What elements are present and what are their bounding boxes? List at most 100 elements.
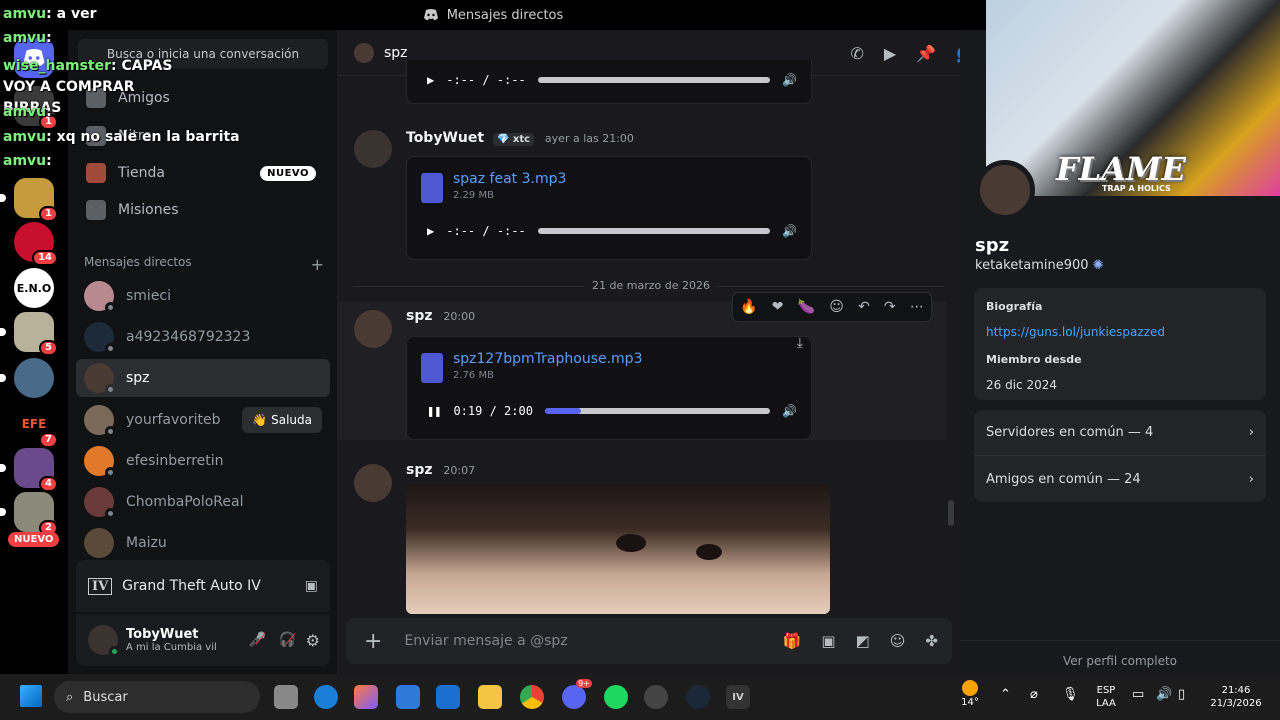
battery-icon[interactable]: ▯ (1178, 688, 1185, 701)
gta-taskbar-icon[interactable]: IV (726, 685, 750, 709)
stream-icon[interactable]: ▣ (305, 578, 318, 594)
image-attachment[interactable] (406, 484, 830, 614)
server-icon[interactable]: 2 (0, 492, 58, 536)
mutual-servers-row[interactable]: Servidores en común — 4 › (974, 410, 1266, 456)
dm-item[interactable]: smieci (76, 277, 330, 315)
gift-icon[interactable]: 🎁 (783, 632, 802, 650)
wave-button[interactable]: 👋 Saluda (242, 407, 322, 433)
mutual-friends-row[interactable]: Amigos en común — 24 › (974, 456, 1266, 502)
dm-item[interactable]: a4923468792323 (76, 318, 330, 356)
pause-icon[interactable]: ❚❚ (427, 404, 441, 418)
add-attachment-icon[interactable]: + (364, 629, 382, 654)
server-icon[interactable]: 1 (0, 178, 58, 222)
server-icon[interactable]: 14 (14, 222, 58, 266)
guild-tag: 💎 xtc (492, 133, 535, 146)
scrollbar[interactable] (948, 500, 954, 526)
progress-bar[interactable] (544, 408, 771, 414)
file-name[interactable]: spaz feat 3.mp3 (453, 171, 566, 187)
fire-reaction[interactable]: 🔥 (740, 299, 757, 315)
clock[interactable]: 21:46 21/3/2026 (1206, 684, 1266, 710)
voice-call-icon[interactable]: ✆ (850, 44, 863, 63)
chevron-up-icon[interactable]: ⌃ (1000, 688, 1011, 701)
mutual-card: Servidores en común — 4 › Amigos en común… (974, 410, 1266, 502)
reply-icon[interactable]: ↶ (858, 299, 870, 315)
download-icon[interactable]: ⤓ (797, 335, 803, 351)
server-icon[interactable] (0, 358, 54, 398)
taskbar: ⌕ Buscar 9+ IV 14° ⌃ ⌀ 🎙 ESP LAA ▭ 🔊 ▯ 21… (0, 674, 1280, 720)
file-size: 2.76 MB (453, 370, 494, 381)
mute-mic-icon[interactable]: 🎤̸ (249, 632, 266, 648)
language-indicator[interactable]: ESP LAA (1094, 684, 1118, 710)
file-name[interactable]: spz127bpmTraphouse.mp3 (453, 351, 642, 367)
forward-icon[interactable]: ↷ (884, 299, 896, 315)
weather[interactable]: 14° (956, 680, 984, 709)
store-icon[interactable] (396, 685, 420, 709)
dm-item[interactable]: ChombaPoloReal (76, 483, 330, 521)
more-icon[interactable]: ⋯ (910, 299, 924, 315)
profile-avatar[interactable] (975, 160, 1035, 220)
author-name[interactable]: spz (406, 308, 433, 324)
dm-item-active[interactable]: spz (76, 359, 330, 397)
volume-icon[interactable]: 🔊 (782, 224, 797, 238)
settings-gear-icon[interactable]: ⚙ (306, 631, 320, 650)
activity-panel[interactable]: IV Grand Theft Auto IV ▣ (76, 560, 330, 612)
progress-bar[interactable] (537, 228, 771, 234)
volume-icon[interactable]: 🔊 (782, 404, 797, 418)
dm-item[interactable]: efesinberretin (76, 442, 330, 480)
dm-section-header: Mensajes directos + (84, 255, 324, 274)
search-icon: ⌕ (66, 689, 74, 705)
steam-icon[interactable] (686, 685, 710, 709)
sticker-icon[interactable]: ◩ (856, 632, 870, 650)
network-icon[interactable]: ⌀ (1030, 688, 1038, 701)
dm-item[interactable]: Maizu (76, 524, 330, 562)
add-reaction-icon[interactable]: ☺ (829, 299, 844, 315)
nav-quests[interactable]: Misiones (76, 192, 330, 228)
mic-icon[interactable]: 🎙 (1062, 688, 1079, 701)
message-composer[interactable]: + Enviar mensaje a @spz 🎁 ▣ ◩ ☺ ✤ (346, 618, 952, 664)
taskbar-search[interactable]: ⌕ Buscar (54, 681, 260, 713)
start-icon[interactable] (20, 685, 42, 707)
avatar (354, 130, 392, 168)
heart-reaction[interactable]: ❤ (772, 299, 784, 315)
dm-sidebar: Busca o inicia una conversación Amigos N… (68, 30, 338, 674)
chrome-icon[interactable] (520, 685, 544, 709)
task-view-icon[interactable] (274, 685, 298, 709)
outlook-icon[interactable] (436, 685, 460, 709)
spotify-icon[interactable] (604, 685, 628, 709)
server-icon[interactable]: E.N.O (14, 268, 54, 308)
obs-icon[interactable] (644, 685, 668, 709)
server-list: 1 1 14 E.N.O 5 EFE 7 4 2 NUEVO (0, 30, 68, 674)
edge-icon[interactable] (314, 685, 338, 709)
author-name[interactable]: TobyWuet (406, 130, 484, 146)
nav-shop[interactable]: Tienda NUEVO (76, 155, 330, 191)
view-full-profile-link[interactable]: Ver perfil completo (960, 640, 1280, 674)
add-dm-icon[interactable]: + (311, 255, 324, 274)
bio-link[interactable]: https://guns.lol/junkiespazzed (986, 325, 1254, 339)
server-icon[interactable]: 4 (0, 448, 58, 492)
folder-icon[interactable] (478, 685, 502, 709)
progress-fill (544, 408, 581, 414)
deafen-icon[interactable]: 🎧̸ (279, 632, 296, 648)
volume-icon[interactable]: 🔊 (1156, 688, 1172, 701)
copilot-icon[interactable] (354, 685, 378, 709)
audio-player: ❚❚ 0:19 / 2:00 🔊 (427, 404, 797, 418)
avatar (354, 464, 392, 502)
display-icon[interactable]: ▭ (1132, 688, 1144, 701)
apps-icon[interactable]: ✤ (925, 632, 938, 650)
author-name[interactable]: spz (406, 462, 433, 478)
stream-chat-line: amvu: (3, 30, 52, 46)
user-avatar[interactable] (88, 625, 120, 657)
eggplant-reaction[interactable]: 🍆 (798, 299, 815, 315)
dm-item[interactable]: yourfavoriteb 👋 Saluda (76, 401, 330, 439)
server-icon[interactable]: 5 (0, 312, 58, 356)
volume-icon[interactable]: 🔊 (782, 73, 797, 87)
play-icon[interactable]: ▶ (427, 73, 434, 87)
video-call-icon[interactable]: ▶ (884, 44, 896, 63)
gif-icon[interactable]: ▣ (821, 632, 835, 650)
server-icon[interactable]: EFE 7 (14, 404, 58, 448)
pin-icon[interactable]: 📌 (916, 44, 936, 63)
discord-taskbar-icon[interactable]: 9+ (562, 679, 592, 709)
emoji-icon[interactable]: ☺ (890, 632, 906, 650)
play-icon[interactable]: ▶ (427, 224, 434, 238)
message-input[interactable]: Enviar mensaje a @spz (404, 633, 567, 649)
